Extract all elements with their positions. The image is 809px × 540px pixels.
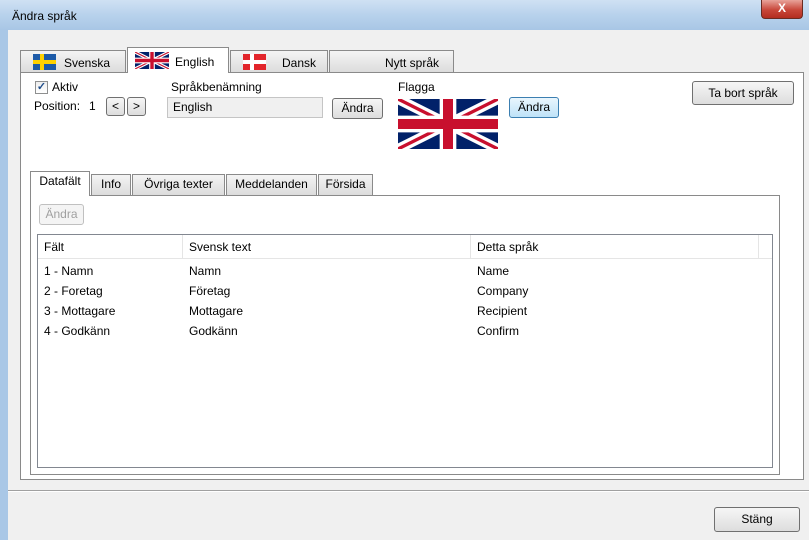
tab-info[interactable]: Info <box>91 174 131 195</box>
active-checkbox[interactable]: ✓ <box>35 81 48 94</box>
column-header-swedish-text[interactable]: Svensk text <box>183 235 471 259</box>
dialog-client-area: Svenska English Dansk Nytt språk ✓ Aktiv… <box>8 30 809 540</box>
tab-forsida[interactable]: Försida <box>318 174 373 195</box>
table-cell: Confirm <box>477 324 520 338</box>
tab-meddelanden[interactable]: Meddelanden <box>226 174 317 195</box>
table-row[interactable]: 2 - Foretag Företag Company <box>38 281 772 301</box>
window-title: Ändra språk <box>12 9 77 23</box>
uk-flag-icon <box>135 52 169 69</box>
column-header-field[interactable]: Fält <box>38 235 183 259</box>
table-cell: Recipient <box>477 304 528 318</box>
table-row[interactable]: 3 - Mottagare Mottagare Recipient <box>38 301 772 321</box>
tab-datafalt[interactable]: Datafält <box>30 171 90 196</box>
table-cell: 3 - Mottagare <box>44 304 116 318</box>
fields-table[interactable]: Fält Svensk text Detta språk 1 - Namn Na… <box>37 234 773 468</box>
table-cell: Företag <box>189 284 231 298</box>
table-cell: Namn <box>189 264 222 278</box>
delete-language-button[interactable]: Ta bort språk <box>692 81 794 105</box>
active-label: Aktiv <box>52 80 79 94</box>
datafalt-panel: Ändra Fält Svensk text Detta språk 1 - N… <box>30 195 780 475</box>
title-bar[interactable]: Ändra språk X <box>0 0 809 30</box>
footer-divider-highlight <box>8 491 809 492</box>
position-next-button[interactable]: > <box>127 97 146 116</box>
table-header: Fält Svensk text Detta språk <box>38 235 772 259</box>
position-prev-button[interactable]: < <box>106 97 125 116</box>
close-window-button[interactable]: X <box>761 0 803 19</box>
position-value: 1 <box>89 99 96 113</box>
table-cell: 1 - Namn <box>44 264 94 278</box>
language-panel: ✓ Aktiv Position: 1 < > Språkbenämning E… <box>20 72 804 480</box>
tab-dansk[interactable]: Dansk <box>230 50 328 72</box>
position-label: Position: <box>34 99 81 113</box>
denmark-flag-icon <box>243 54 266 70</box>
sweden-flag-icon <box>33 54 56 70</box>
tab-label: Dansk <box>282 56 317 70</box>
table-cell: Name <box>477 264 510 278</box>
chevron-left-icon: < <box>111 99 119 113</box>
flag-label: Flagga <box>398 80 435 94</box>
tab-english[interactable]: English <box>127 47 229 73</box>
chevron-right-icon: > <box>132 99 140 113</box>
tab-new-language[interactable]: Nytt språk <box>329 50 454 72</box>
language-name-label: Språkbenämning <box>171 80 262 94</box>
language-name-field[interactable]: English <box>167 97 323 118</box>
tab-label: Svenska <box>64 56 111 70</box>
table-cell: Godkänn <box>189 324 238 338</box>
close-dialog-button[interactable]: Stäng <box>714 507 800 532</box>
table-row[interactable]: 1 - Namn Namn Name <box>38 261 772 281</box>
table-cell: 4 - Godkänn <box>44 324 111 338</box>
uk-flag-image <box>398 99 498 149</box>
table-row[interactable]: 4 - Godkänn Godkänn Confirm <box>38 321 772 341</box>
change-name-button[interactable]: Ändra <box>332 98 383 119</box>
tab-label: Nytt språk <box>385 56 440 70</box>
table-cell: 2 - Foretag <box>44 284 103 298</box>
table-cell: Company <box>477 284 529 298</box>
change-field-button[interactable]: Ändra <box>39 204 84 225</box>
column-header-this-language[interactable]: Detta språk <box>471 235 759 259</box>
table-cell: Mottagare <box>189 304 244 318</box>
tab-ovriga-texter[interactable]: Övriga texter <box>132 174 225 195</box>
tab-svenska[interactable]: Svenska <box>20 50 126 72</box>
tab-label: English <box>175 55 215 69</box>
change-flag-button[interactable]: Ändra <box>509 97 559 118</box>
